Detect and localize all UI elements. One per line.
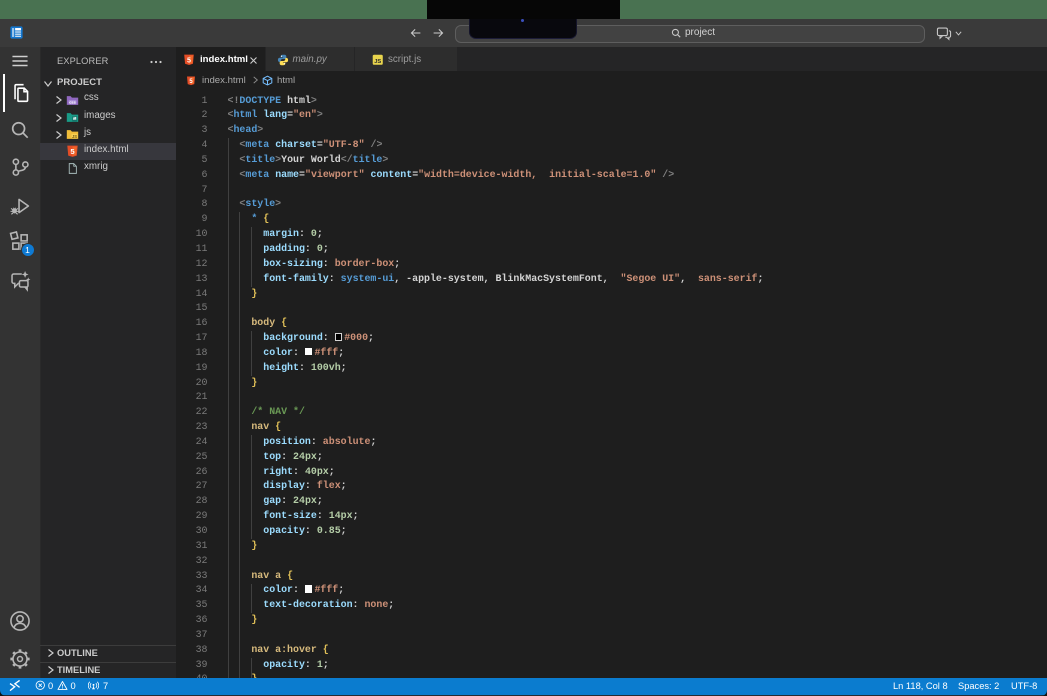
svg-text:JS: JS: [71, 134, 76, 139]
svg-text:css: css: [69, 99, 76, 104]
svg-text:JS: JS: [374, 59, 381, 65]
svg-text:5: 5: [70, 147, 75, 156]
svg-text:5: 5: [187, 56, 191, 64]
